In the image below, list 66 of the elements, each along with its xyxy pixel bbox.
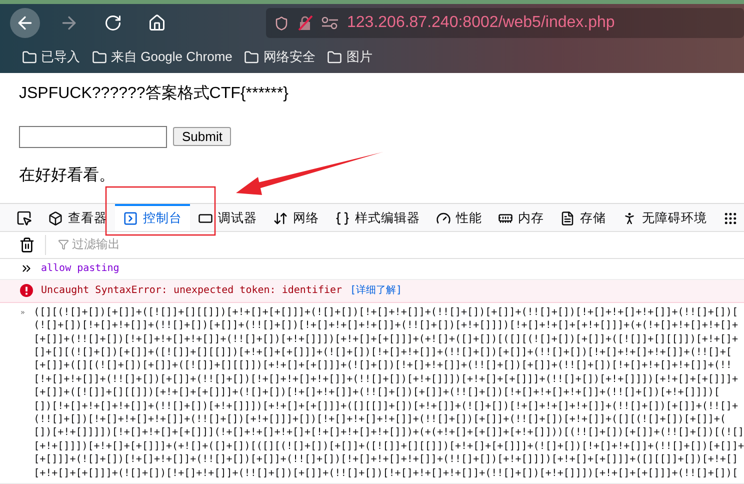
trash-icon[interactable] xyxy=(19,236,35,253)
devtools-tab[interactable]: 性能 xyxy=(428,204,490,231)
code-line: [+!+[]]])[+!+[]+[+[]]]+(+![]+([]+[])[([][(![]+[])[+[]]+([![]]+[][[]])[+!+[]+[+[]]]+(![]+[])[!+[]+!+[]]+(!![]+[])[+[]]+ xyxy=(34,440,744,454)
code-line: [+[]]+([![]]+[][[]])[+!+[]+[+[]]]+(![]+[])[!+[]+!+[]]+(!![]+[])[+[]]+(!![]+[])[!+[]+!+[]+!+[]]+(!![]+[])[+!+[]]])[ xyxy=(34,386,721,400)
code-line: [+!+[]+[+[]]]+(![]+[])[!+[]+!+[]]+(!![]+[])[+[]]+(!![]+[])[!+[]+!+[]+!+[]]+(!![]+[])[+!+[]]])[+!+[]+[+[]]]+(!![]+[])[ xyxy=(34,466,739,480)
bookmark[interactable]: 网络安全 xyxy=(244,48,316,66)
bookmark[interactable]: 图片 xyxy=(327,48,372,66)
devtools-tab[interactable]: 控制台 xyxy=(115,204,190,231)
folder-icon xyxy=(327,50,342,65)
code-line: [])[!+[]+!+[]+!+[]]+(!![]+[])[+!+[]]])[+!+[]+[+[]]]+([][[]]+[])[+!+[]]+(![]+[])[!+[]+!+[]+!+[]]+(!![]+[])[+[]]+(!![]+ xyxy=(34,400,739,413)
folder-icon xyxy=(244,50,260,65)
tab-label: 网络 xyxy=(293,210,319,227)
code-line: [+[]]+(!![]+[])[!+[]+!+[]+!+[]]+(!![]+[])[+!+[]]])[+!+[]+[+[]]]+(+![]+([]+[])[([][(![]+[])[+[]]+([![]]+[][[]])[+!+[]+ xyxy=(34,332,739,346)
tab-label: 样式编辑器 xyxy=(355,210,420,227)
document-icon xyxy=(560,210,575,226)
pick-element-icon xyxy=(16,210,32,226)
code-line: []+[][(![]+[])[+[]]+([![]]+[][[]])[+!+[]+[+[]]]+(![]+[])[!+[]+!+[]]+(!![]+[])[+[]]+(!![]+[])[!+[]+!+[]+!+[]]+(!![]+[ xyxy=(34,346,733,360)
command-text: allow pasting xyxy=(41,262,120,276)
arrows-icon xyxy=(273,210,288,226)
reload-icon xyxy=(104,14,122,32)
shield-icon xyxy=(274,16,289,30)
tab-label: 存储 xyxy=(580,210,606,227)
code-line: (!![]+[])[!+[]+!+[]+!+[]]+(!![]+[])[+!+[]]]+[])[!+[]+!+[]+!+[]]+(!![]+[])[+[]]+(!![]+[])[+!+[]]+([][(![]+[])[+[]]+( xyxy=(34,412,727,426)
filter-icon xyxy=(58,239,69,250)
grid-icon xyxy=(723,210,738,226)
devtools-tab[interactable]: 调试器 xyxy=(190,204,265,231)
person-icon xyxy=(622,210,637,226)
submit-button[interactable]: Submit xyxy=(173,127,232,146)
devtools-tab[interactable]: 查看器 xyxy=(40,204,115,231)
code-line: (![]+[])[!+[]+!+[]]+(!![]+[])[+[]]+(!![]+[])[!+[]+!+[]+!+[]]+(!![]+[])[+!+[]]])[!+[]+!+[]+[+!+[]]]+(+(!+[]+!+[]+!+[]+ xyxy=(34,319,739,333)
tab-label: 调试器 xyxy=(218,210,257,227)
gauge-icon xyxy=(436,210,451,226)
page-message: 在好好看看。 xyxy=(19,166,115,186)
braces-icon xyxy=(335,210,350,226)
page-heading: JSPFUCK??????答案格式CTF{******} xyxy=(19,83,288,104)
url-text: 123.206.87.240:8002/web5/index.php xyxy=(347,14,615,32)
devtools-tab[interactable]: 无障碍环境 xyxy=(614,204,715,231)
code-line: ([][(![]+[])[+[]]+([![]]+[][[]])[+!+[]+[+[]]]+(![]+[])[!+[]+!+[]]+(!![]+[])[+[]]+(!![]+[])[!+[]+!+[]+!+[]]+(!![]+[])[ xyxy=(34,306,739,320)
box-icon xyxy=(48,210,63,226)
folder-icon xyxy=(22,50,37,65)
error-message: Uncaught SyntaxError: unexpected token: identifier xyxy=(41,284,342,298)
back-button[interactable] xyxy=(10,8,40,38)
home-icon xyxy=(148,14,166,32)
tab-label: 控制台 xyxy=(143,210,182,227)
code-line: [+[]]+([][(![]+[])[+[]]+([![]]+[][[]])[+!+[]+[+[]]]+(![]+[])[!+[]+!+[]]+(!![]+[])[+[]]+(!![]+[])[!+[]+!+[]+!+[]]+(!! xyxy=(34,359,733,373)
tab-label: 查看器 xyxy=(68,210,107,227)
learn-more-link[interactable]: [详细了解] xyxy=(350,282,402,297)
code-line: [+[]]]+(![]+[])[!+[]+!+[]]+(!![]+[])[+[]]+(!![]+[])[!+[]+!+[]+!+[]]+(!![]+[])[+!+[]]])[+!+[]+[+[]]]+([][[]]+[])[+!+[] xyxy=(34,453,739,467)
tab-label: 无障碍环境 xyxy=(642,210,707,227)
devtools-tab[interactable]: 样式编辑器 xyxy=(327,204,428,231)
tab-label: 性能 xyxy=(456,210,482,227)
devtools-tab[interactable]: 内存 xyxy=(490,204,552,231)
sliders-icon xyxy=(321,16,339,30)
lock-slash-icon xyxy=(297,15,313,31)
code-line: [])[+!+[]]]])[!+[]+!+[]+[+[]]](!+[]+!+[]+!+[]+[!+[]+!+[]+!+[]])+(+(+!+[]+[+[]]+[+!+[]]))[(!![]+[])[+[]]+(!![]+[])[(![] xyxy=(34,426,744,440)
terminal-icon xyxy=(123,210,138,226)
address-bar[interactable]: 123.206.87.240:8002/web5/index.php xyxy=(266,8,744,38)
devtools-tab[interactable]: 网络 xyxy=(265,204,327,231)
code-line: [!+[]+!+[]]+(!![]+[])[+[]]+(!![]+[])[!+[]+!+[]+!+[]]+(!![]+[])[+!+[]]])[+!+[]+[+[]]]+(!![]+[])[+!+[]]])[+!+[]+[+[]]]+ xyxy=(34,372,739,386)
tab-label: 内存 xyxy=(518,210,544,227)
devtools-tab[interactable]: 存储 xyxy=(552,204,614,231)
bookmark[interactable]: 已导入 xyxy=(22,48,80,66)
answer-field[interactable] xyxy=(19,126,167,148)
error-icon xyxy=(20,284,33,297)
bookmark[interactable]: 来自 Google Chrome xyxy=(92,48,232,66)
folder-icon xyxy=(92,50,107,65)
